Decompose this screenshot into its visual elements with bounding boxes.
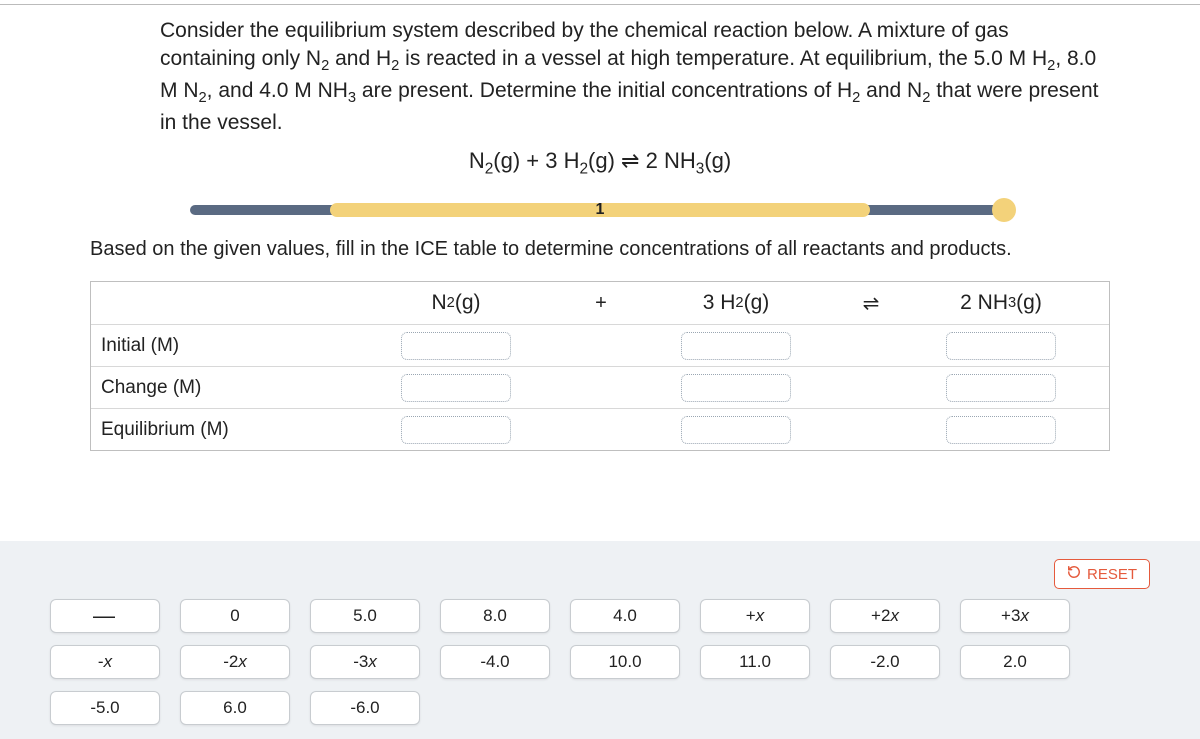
reset-icon — [1067, 565, 1081, 583]
row-label-initial: Initial (M) — [91, 329, 341, 363]
answer-tile[interactable]: -2x — [180, 645, 290, 679]
col-header-h2: 3 H2(g) — [631, 282, 841, 324]
reaction-equation: N2(g) + 3 H2(g) ⇌ 2 NH3(g) — [0, 148, 1200, 178]
answer-tile[interactable]: 5.0 — [310, 599, 420, 633]
tile-palette: RESET ― 0 5.0 8.0 4.0 +x +2x +3x -x -2x -3x -4.0 10… — [0, 541, 1200, 739]
ice-table: N2(g) + 3 H2(g) ⇌ 2 NH3(g) Initial (M) C… — [90, 281, 1110, 451]
tile-row-2: -x -2x -3x -4.0 10.0 11.0 -2.0 2.0 — [50, 645, 1150, 679]
subprompt: Based on the given values, fill in the I… — [90, 236, 1110, 263]
dropzone-change-h2[interactable] — [681, 374, 791, 402]
answer-tile[interactable]: 6.0 — [180, 691, 290, 725]
answer-tile[interactable]: +2x — [830, 599, 940, 633]
answer-tile[interactable]: 2.0 — [960, 645, 1070, 679]
reset-label: RESET — [1087, 566, 1137, 583]
col-header-nh3: 2 NH3(g) — [901, 282, 1101, 324]
dropzone-initial-h2[interactable] — [681, 332, 791, 360]
answer-tile[interactable]: 8.0 — [440, 599, 550, 633]
answer-tile[interactable]: +x — [700, 599, 810, 633]
answer-tile[interactable]: +3x — [960, 599, 1070, 633]
row-label-equilibrium: Equilibrium (M) — [91, 413, 341, 447]
answer-tile[interactable]: 0 — [180, 599, 290, 633]
col-header-equilibrium-arrow: ⇌ — [841, 282, 901, 324]
reset-button[interactable]: RESET — [1054, 559, 1150, 589]
step-progress: 1 — [190, 196, 1010, 222]
dropzone-eq-h2[interactable] — [681, 416, 791, 444]
dropzone-change-nh3[interactable] — [946, 374, 1056, 402]
col-header-plus: + — [571, 282, 631, 324]
answer-tile[interactable]: -3x — [310, 645, 420, 679]
dropzone-change-n2[interactable] — [401, 374, 511, 402]
dropzone-initial-n2[interactable] — [401, 332, 511, 360]
answer-tile[interactable]: -4.0 — [440, 645, 550, 679]
answer-tile[interactable]: -6.0 — [310, 691, 420, 725]
answer-tile[interactable]: 4.0 — [570, 599, 680, 633]
answer-tile[interactable]: 10.0 — [570, 645, 680, 679]
answer-tile[interactable]: ― — [50, 599, 160, 633]
col-header-n2: N2(g) — [341, 282, 571, 324]
dropzone-initial-nh3[interactable] — [946, 332, 1056, 360]
problem-statement: Consider the equilibrium system describe… — [160, 17, 1110, 138]
row-label-change: Change (M) — [91, 371, 341, 405]
answer-tile[interactable]: -x — [50, 645, 160, 679]
answer-tile[interactable]: 11.0 — [700, 645, 810, 679]
dropzone-eq-n2[interactable] — [401, 416, 511, 444]
step-number: 1 — [596, 201, 605, 219]
answer-tile[interactable]: -2.0 — [830, 645, 940, 679]
dropzone-eq-nh3[interactable] — [946, 416, 1056, 444]
tile-row-1: ― 0 5.0 8.0 4.0 +x +2x +3x — [50, 599, 1150, 633]
answer-tile[interactable]: -5.0 — [50, 691, 160, 725]
tile-row-3: -5.0 6.0 -6.0 — [50, 691, 1150, 725]
